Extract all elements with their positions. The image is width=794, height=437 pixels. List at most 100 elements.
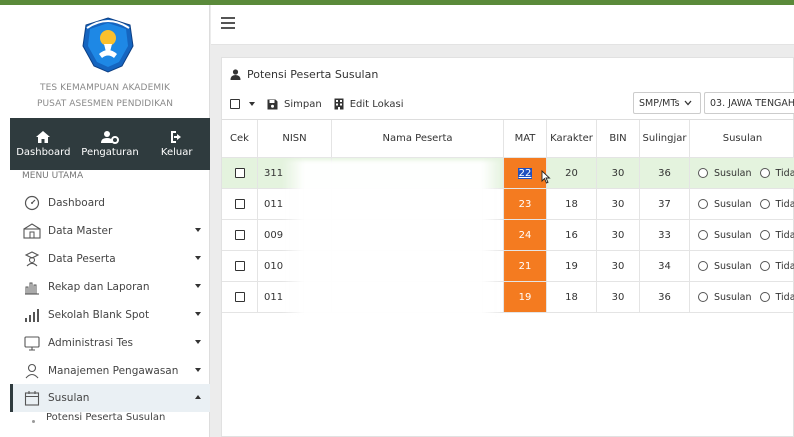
redacted-names-overlay xyxy=(282,160,504,318)
caret-down-icon[interactable] xyxy=(249,102,255,106)
mat-score-value: 21 xyxy=(518,260,532,272)
radio-tidak[interactable] xyxy=(759,292,770,302)
row-checkbox-cell xyxy=(222,158,258,188)
header-bin[interactable]: BIN xyxy=(597,120,640,157)
calendar-icon xyxy=(23,389,41,407)
sulingjar-score-cell: 34 xyxy=(640,251,690,281)
row-checkbox[interactable] xyxy=(234,168,245,178)
row-checkbox[interactable] xyxy=(234,199,245,209)
select-all-checkbox[interactable] xyxy=(230,99,240,109)
radio-susulan-label: Susulan xyxy=(714,260,752,272)
radio-susulan[interactable] xyxy=(698,168,708,178)
header-mat[interactable]: MAT xyxy=(504,120,547,157)
radio-susulan[interactable] xyxy=(698,199,708,209)
sulingjar-score-cell: 36 xyxy=(640,282,690,312)
province-select[interactable]: 03. JAWA TENGAH xyxy=(704,92,794,114)
sidebar-item-label: Data Master xyxy=(48,225,113,237)
bin-score-cell: 30 xyxy=(597,189,640,219)
row-checkbox[interactable] xyxy=(234,261,245,271)
radio-susulan[interactable] xyxy=(698,230,708,240)
radio-tidak-label: Tida xyxy=(775,229,794,241)
level-select[interactable]: SMP/MTs xyxy=(633,92,701,114)
sidebar-item-data-peserta[interactable]: Data Peserta xyxy=(10,245,210,273)
chevron-down-icon xyxy=(195,256,201,260)
mat-score-value: 19 xyxy=(518,291,532,303)
sidebar-item-rekap[interactable]: Rekap dan Laporan xyxy=(10,273,210,301)
sidebar-item-label: Administrasi Tes xyxy=(48,337,134,349)
mat-score-value: 22 xyxy=(517,167,533,179)
top-header xyxy=(211,5,794,45)
sidebar-item-data-master[interactable]: Data Master xyxy=(10,217,210,245)
chevron-down-icon xyxy=(195,228,201,232)
bin-score-cell: 30 xyxy=(597,282,640,312)
sidebar-item-blank-spot[interactable]: Sekolah Blank Spot xyxy=(10,301,210,329)
mat-score-cell[interactable]: 21 xyxy=(504,251,547,281)
row-checkbox-cell xyxy=(222,220,258,250)
sulingjar-score-cell: 33 xyxy=(640,220,690,250)
sidebar-item-susulan[interactable]: Susulan xyxy=(10,384,210,412)
radio-susulan-label: Susulan xyxy=(714,167,752,179)
card-title-text: Potensi Peserta Susulan xyxy=(247,68,379,81)
row-checkbox[interactable] xyxy=(234,230,245,240)
radio-susulan[interactable] xyxy=(698,261,708,271)
radio-tidak[interactable] xyxy=(759,168,770,178)
susulan-radio-cell: Susulan Tida xyxy=(690,251,794,281)
mat-score-cell[interactable]: 24 xyxy=(504,220,547,250)
chevron-down-icon xyxy=(195,340,201,344)
sidebar-item-administrasi-tes[interactable]: Administrasi Tes xyxy=(10,329,210,357)
header-karakter[interactable]: Karakter xyxy=(547,120,597,157)
monitor-icon xyxy=(23,334,41,352)
home-icon xyxy=(36,131,51,143)
user-icon xyxy=(230,69,241,80)
header-sulingjar[interactable]: Sulingjar xyxy=(640,120,690,157)
susulan-radio-cell: Susulan Tida xyxy=(690,158,794,188)
radio-tidak-label: Tida xyxy=(775,167,794,179)
row-checkbox-cell xyxy=(222,282,258,312)
sidebar-subitem-potensi-peserta-susulan[interactable]: Potensi Peserta Susulan xyxy=(46,412,165,423)
brand-line-1: TES KEMAMPUAN AKADEMIK xyxy=(40,83,170,93)
building-icon xyxy=(334,98,344,110)
chart-icon xyxy=(23,278,41,296)
karakter-score-cell: 16 xyxy=(547,220,597,250)
sidebar-item-dashboard[interactable]: Dashboard xyxy=(10,189,210,217)
susulan-radio-group: Susulan Tida xyxy=(698,199,794,210)
supervisor-icon xyxy=(23,362,41,380)
hamburger-menu-icon[interactable] xyxy=(221,17,235,32)
header-nama-peserta[interactable]: Nama Peserta xyxy=(332,120,504,157)
mat-score-value: 24 xyxy=(518,229,532,241)
sidebar-item-label: Data Peserta xyxy=(48,253,116,265)
mat-score-cell[interactable]: 19 xyxy=(504,282,547,312)
bin-score-cell: 30 xyxy=(597,251,640,281)
nav-pengaturan-label: Pengaturan xyxy=(81,147,139,158)
radio-tidak[interactable] xyxy=(759,230,770,240)
radio-susulan-label: Susulan xyxy=(714,229,752,241)
karakter-score-cell: 20 xyxy=(547,158,597,188)
radio-susulan[interactable] xyxy=(698,292,708,302)
edit-lokasi-button[interactable]: Edit Lokasi xyxy=(334,98,403,110)
save-button[interactable]: Simpan xyxy=(267,99,322,110)
header-cek: Cek xyxy=(222,120,258,157)
brand-line-2: PUSAT ASESMEN PENDIDIKAN xyxy=(36,99,174,109)
nav-dashboard-button[interactable]: Dashboard xyxy=(10,118,77,170)
chevron-down-icon xyxy=(684,100,692,106)
mat-score-cell[interactable]: 23 xyxy=(504,189,547,219)
sidebar-item-label: Manajemen Pengawasan xyxy=(48,365,179,377)
nav-pengaturan-button[interactable]: Pengaturan xyxy=(77,118,144,170)
sidebar-item-manajemen-pengawasan[interactable]: Manajemen Pengawasan xyxy=(10,357,210,385)
radio-tidak[interactable] xyxy=(759,199,770,209)
sidebar-item-label: Sekolah Blank Spot xyxy=(48,309,150,321)
header-nisn[interactable]: NISN xyxy=(258,120,332,157)
karakter-score-cell: 18 xyxy=(547,189,597,219)
nav-dashboard-label: Dashboard xyxy=(16,147,71,158)
chevron-down-icon xyxy=(195,368,201,372)
mat-score-value: 23 xyxy=(518,198,532,210)
province-select-value: 03. JAWA TENGAH xyxy=(710,97,794,109)
table-header-row: Cek NISN Nama Peserta MAT Karakter BIN S… xyxy=(222,120,794,158)
radio-tidak[interactable] xyxy=(759,261,770,271)
dashboard-icon xyxy=(23,194,41,212)
susulan-radio-group: Susulan Tida xyxy=(698,292,794,303)
sidebar-top-nav: Dashboard Pengaturan Keluar xyxy=(10,118,210,170)
nav-keluar-button[interactable]: Keluar xyxy=(143,118,210,170)
row-checkbox[interactable] xyxy=(234,292,245,302)
sidebar-item-label: Susulan xyxy=(48,392,90,404)
